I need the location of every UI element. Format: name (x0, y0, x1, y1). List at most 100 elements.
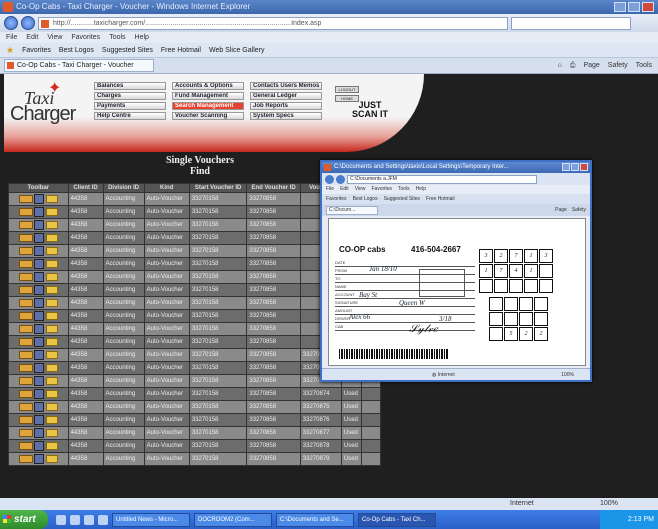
edit-icon[interactable] (18, 260, 33, 268)
document-icon[interactable] (34, 194, 45, 204)
close-icon[interactable] (642, 2, 654, 12)
folder-icon[interactable] (45, 195, 58, 203)
edit-icon[interactable] (18, 234, 33, 242)
menu-view[interactable]: View (355, 185, 366, 194)
document-icon[interactable] (34, 207, 45, 217)
nav-search-management[interactable]: Search Management (172, 102, 244, 110)
document-icon[interactable] (34, 428, 45, 438)
edit-icon[interactable] (18, 455, 33, 463)
document-icon[interactable] (34, 376, 45, 386)
menu-favorites[interactable]: Favorites (71, 32, 100, 43)
document-icon[interactable] (34, 402, 45, 412)
table-row[interactable]: 44358 Accounting Auto-Voucher 33270158 33270… (8, 413, 381, 427)
page-menu[interactable]: Page (583, 62, 599, 70)
menu-help[interactable]: Help (135, 32, 149, 43)
edit-icon[interactable] (18, 325, 33, 333)
col-header[interactable]: Toolbar (8, 183, 69, 193)
folder-icon[interactable] (45, 273, 58, 281)
quick-launch-icon[interactable] (56, 514, 66, 525)
nav-balances[interactable]: Balances (94, 82, 166, 90)
document-icon[interactable] (34, 350, 45, 360)
col-header[interactable]: Start Voucher ID (188, 183, 248, 193)
document-icon[interactable] (34, 233, 45, 243)
popup-tab[interactable]: C:\Docum... (326, 205, 378, 215)
home-icon[interactable]: ⌂ (558, 62, 562, 70)
document-icon[interactable] (34, 389, 45, 399)
edit-icon[interactable] (18, 351, 33, 359)
edit-icon[interactable] (18, 273, 33, 281)
document-icon[interactable] (34, 311, 45, 321)
document-icon[interactable] (34, 454, 45, 464)
safety-menu[interactable]: Safety (608, 62, 628, 70)
safety-menu[interactable]: Safety (572, 207, 586, 213)
folder-icon[interactable] (45, 325, 58, 333)
document-icon[interactable] (34, 298, 45, 308)
favorites-button[interactable]: Favorites (326, 194, 347, 204)
minimize-icon[interactable] (562, 163, 570, 171)
folder-icon[interactable] (45, 312, 58, 320)
nav-accounts-options[interactable]: Accounts & Options (172, 82, 244, 90)
menu-tools[interactable]: Tools (109, 32, 125, 43)
folder-icon[interactable] (45, 247, 58, 255)
maximize-icon[interactable] (628, 2, 640, 12)
menu-file[interactable]: File (326, 185, 334, 194)
menu-help[interactable]: Help (416, 185, 426, 194)
nav-system-specs[interactable]: System Specs (250, 112, 322, 120)
search-input[interactable] (511, 16, 631, 30)
favorites-button[interactable]: Favorites (22, 47, 51, 54)
zoom-control[interactable]: 100% (561, 369, 574, 381)
folder-icon[interactable] (45, 364, 58, 372)
menu-edit[interactable]: Edit (26, 32, 38, 43)
fav-link[interactable]: Suggested Sites (384, 194, 420, 204)
document-icon[interactable] (34, 220, 45, 230)
zoom-control[interactable]: 100% (600, 498, 618, 510)
fav-link[interactable]: Free Hotmail (161, 47, 201, 54)
fav-link[interactable]: Web Slice Gallery (209, 47, 265, 54)
edit-icon[interactable] (18, 390, 33, 398)
document-icon[interactable] (34, 363, 45, 373)
menu-file[interactable]: File (6, 32, 17, 43)
nav-job-reports[interactable]: Job Reports (250, 102, 322, 110)
col-header[interactable]: Kind (143, 183, 190, 193)
nav-voucher-scanning[interactable]: Voucher Scanning (172, 112, 244, 120)
edit-icon[interactable] (18, 403, 33, 411)
folder-icon[interactable] (45, 260, 58, 268)
document-icon[interactable] (34, 259, 45, 269)
edit-icon[interactable] (18, 377, 33, 385)
browser-tab[interactable]: Co-Op Cabs - Taxi Charger - Voucher (4, 59, 154, 72)
taskbar-item[interactable]: C:\Documents and Se... (276, 512, 354, 527)
folder-icon[interactable] (45, 416, 58, 424)
folder-icon[interactable] (45, 299, 58, 307)
folder-icon[interactable] (45, 429, 58, 437)
edit-icon[interactable] (18, 299, 33, 307)
taskbar-item[interactable]: Untitled News - Micro... (112, 512, 190, 527)
folder-icon[interactable] (45, 351, 58, 359)
print-icon[interactable]: ⎙ (570, 62, 576, 70)
document-icon[interactable] (34, 441, 45, 451)
edit-icon[interactable] (18, 364, 33, 372)
quick-launch-icon[interactable] (98, 514, 108, 525)
folder-icon[interactable] (45, 338, 58, 346)
document-icon[interactable] (34, 246, 45, 256)
nav-help-centre[interactable]: Help Centre (94, 112, 166, 120)
tools-menu[interactable]: Tools (636, 62, 652, 70)
folder-icon[interactable] (45, 208, 58, 216)
edit-icon[interactable] (18, 195, 33, 203)
edit-icon[interactable] (18, 221, 33, 229)
document-icon[interactable] (34, 285, 45, 295)
table-row[interactable]: 44358 Accounting Auto-Voucher 33270158 33270… (8, 439, 381, 453)
folder-icon[interactable] (45, 286, 58, 294)
col-header[interactable]: Client ID (67, 183, 104, 193)
maximize-icon[interactable] (571, 163, 579, 171)
table-row[interactable]: 44358 Accounting Auto-Voucher 33270158 33270… (8, 387, 381, 401)
document-icon[interactable] (34, 324, 45, 334)
folder-icon[interactable] (45, 234, 58, 242)
nav-charges[interactable]: Charges (94, 92, 166, 100)
table-row[interactable]: 44358 Accounting Auto-Voucher 33270158 33270… (8, 400, 381, 414)
close-icon[interactable] (580, 163, 588, 171)
page-menu[interactable]: Page (555, 207, 567, 213)
folder-icon[interactable] (45, 455, 58, 463)
address-bar[interactable]: http://............taxicharger.com/.....… (38, 16, 508, 30)
menu-edit[interactable]: Edit (340, 185, 349, 194)
start-button[interactable]: start (0, 510, 48, 529)
